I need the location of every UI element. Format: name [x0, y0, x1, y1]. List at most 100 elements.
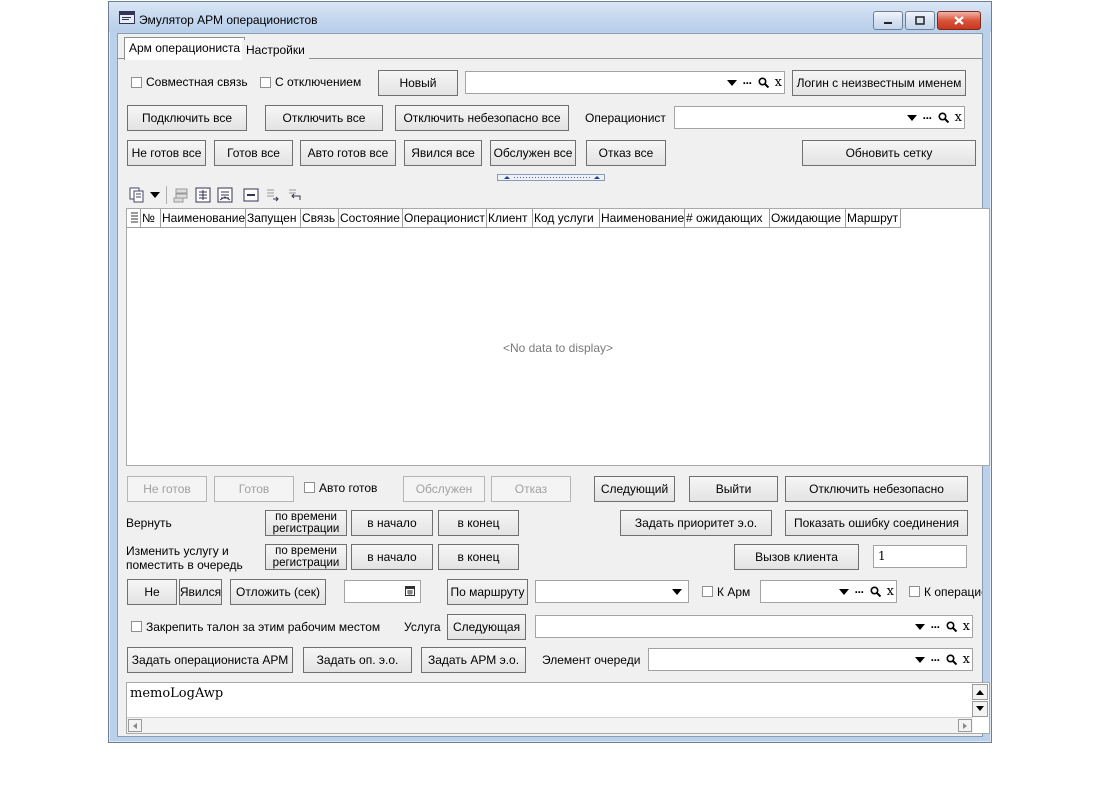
change-to-end-button[interactable]: в конец [438, 544, 519, 570]
to-arm-checkbox[interactable] [702, 586, 713, 597]
auto-ready-all-button[interactable]: Авто готов все [300, 140, 396, 166]
set-op-eo-button[interactable]: Задать оп. э.о. [303, 647, 412, 673]
login-unknown-button[interactable]: Логин с неизвестным именем [792, 70, 966, 96]
clear-x-icon[interactable]: x [963, 620, 970, 633]
queue-element-combo[interactable]: ··· x [648, 648, 973, 671]
call-client-button[interactable]: Вызов клиента [734, 544, 859, 570]
set-operator-arm-button[interactable]: Задать операциониста АРМ [127, 647, 293, 673]
ellipsis-icon[interactable]: ··· [743, 77, 753, 89]
dropdown-arrow-icon[interactable] [838, 588, 849, 595]
grid-col-number[interactable]: № [141, 209, 161, 228]
grid-col-service-code[interactable]: Код услуги [533, 209, 600, 228]
magnifier-icon[interactable] [758, 77, 769, 88]
magnifier-icon[interactable] [946, 621, 957, 632]
service-next-button[interactable]: Следующая [447, 614, 526, 640]
refuse-all-button[interactable]: Отказ все [586, 140, 666, 166]
exit-button[interactable]: Выйти [689, 476, 778, 502]
group-icon[interactable] [172, 186, 190, 204]
grid-col-state[interactable]: Состояние [339, 209, 403, 228]
connect-all-button[interactable]: Подключить все [127, 105, 247, 131]
horizontal-scrollbar[interactable] [127, 717, 973, 733]
move-right-icon[interactable] [264, 186, 282, 204]
scroll-right-button[interactable] [958, 719, 972, 732]
grid-col-route[interactable]: Маршрут [846, 209, 901, 228]
route-combo[interactable] [535, 580, 689, 603]
tab-operator-arm[interactable]: Арм операциониста [124, 37, 246, 60]
collapse-all-icon[interactable] [216, 186, 234, 204]
scroll-left-button[interactable] [128, 719, 142, 732]
postpone-button[interactable]: Отложить (сек) [230, 579, 326, 605]
return-to-end-button[interactable]: в конец [438, 510, 519, 536]
refuse-button[interactable]: Отказ [491, 476, 571, 502]
session-combo[interactable]: ··· x [465, 71, 785, 94]
expand-all-icon[interactable] [194, 186, 212, 204]
maximize-button[interactable] [905, 11, 935, 30]
change-by-reg-time-button[interactable]: по времени регистрации [265, 544, 347, 570]
dropdown-arrow-icon[interactable] [914, 623, 925, 630]
refresh-grid-button[interactable]: Обновить сетку [802, 140, 976, 166]
served-button[interactable]: Обслужен [403, 476, 485, 502]
change-to-start-button[interactable]: в начало [351, 544, 433, 570]
grid-col-link[interactable]: Связь [301, 209, 339, 228]
no-show-button[interactable]: Не [127, 579, 177, 605]
grid-row-indicator-icon[interactable] [127, 209, 141, 228]
grid-col-operator[interactable]: Операционист [403, 209, 487, 228]
ready-button[interactable]: Готов [214, 476, 294, 502]
dropdown-arrow-icon[interactable] [726, 79, 737, 86]
grid-col-client[interactable]: Клиент [487, 209, 533, 228]
splitter-handle[interactable] [497, 174, 605, 181]
disconnect-unsafe-button[interactable]: Отключить небезопасно [785, 476, 968, 502]
with-disconnect-checkbox[interactable] [260, 77, 271, 88]
clear-x-icon[interactable]: x [963, 653, 970, 666]
ready-all-button[interactable]: Готов все [214, 140, 293, 166]
next-button[interactable]: Следующий [594, 476, 675, 502]
call-client-input[interactable]: 1 [873, 545, 967, 568]
grid-col-service-name[interactable]: Наименование [600, 209, 685, 228]
clear-x-icon[interactable]: x [955, 111, 962, 124]
return-by-reg-time-button[interactable]: по времени регистрации [265, 510, 347, 536]
disconnect-all-button[interactable]: Отключить все [265, 105, 383, 131]
ellipsis-icon[interactable]: ··· [855, 586, 865, 598]
service-combo[interactable]: ··· x [535, 615, 973, 638]
scroll-up-button[interactable] [972, 684, 988, 700]
arrived-button[interactable]: Явился [179, 579, 222, 605]
grid-col-started[interactable]: Запущен [246, 209, 301, 228]
dropdown-arrow-icon[interactable] [906, 114, 917, 121]
magnifier-icon[interactable] [946, 654, 957, 665]
show-connection-error-button[interactable]: Показать ошибку соединения [785, 510, 968, 536]
to-operator-checkbox[interactable] [909, 586, 920, 597]
close-button[interactable] [937, 11, 981, 30]
joint-link-checkbox[interactable] [131, 77, 142, 88]
by-route-button[interactable]: По маршруту [447, 579, 528, 605]
tab-settings[interactable]: Настройки [242, 40, 309, 61]
not-ready-button[interactable]: Не готов [127, 476, 207, 502]
auto-ready-checkbox[interactable] [304, 482, 315, 493]
clear-x-icon[interactable]: x [887, 585, 894, 598]
not-ready-all-button[interactable]: Не готов все [127, 140, 206, 166]
disconnect-unsafe-all-button[interactable]: Отключить небезопасно все [395, 105, 569, 131]
postpone-seconds-input[interactable] [344, 580, 421, 603]
ellipsis-icon[interactable]: ··· [931, 654, 941, 666]
dropdown-arrow-icon[interactable] [672, 588, 682, 595]
copy-icon[interactable] [128, 186, 146, 204]
scroll-down-button[interactable] [972, 701, 988, 717]
to-arm-combo[interactable]: ··· x [760, 580, 897, 603]
magnifier-icon[interactable] [870, 586, 881, 597]
grid-col-waiting-count[interactable]: # ожидающих [685, 209, 770, 228]
set-arm-eo-button[interactable]: Задать АРМ э.о. [421, 647, 526, 673]
fit-columns-icon[interactable] [242, 186, 260, 204]
operators-grid[interactable]: № Наименование Запущен Связь Состояние О… [126, 208, 990, 466]
return-to-start-button[interactable]: в начало [351, 510, 433, 536]
calendar-icon[interactable] [405, 586, 415, 596]
magnifier-icon[interactable] [938, 112, 949, 123]
undo-icon[interactable] [286, 186, 304, 204]
operator-combo[interactable]: ··· x [674, 106, 965, 129]
served-all-button[interactable]: Обслужен все [490, 140, 576, 166]
pin-ticket-checkbox[interactable] [131, 621, 142, 632]
set-priority-button[interactable]: Задать приоритет э.о. [620, 510, 772, 536]
ellipsis-icon[interactable]: ··· [923, 112, 933, 124]
arrived-all-button[interactable]: Явился все [404, 140, 482, 166]
minimize-button[interactable] [873, 11, 903, 30]
copy-menu-arrow-icon[interactable] [148, 186, 162, 204]
new-button[interactable]: Новый [378, 70, 458, 96]
